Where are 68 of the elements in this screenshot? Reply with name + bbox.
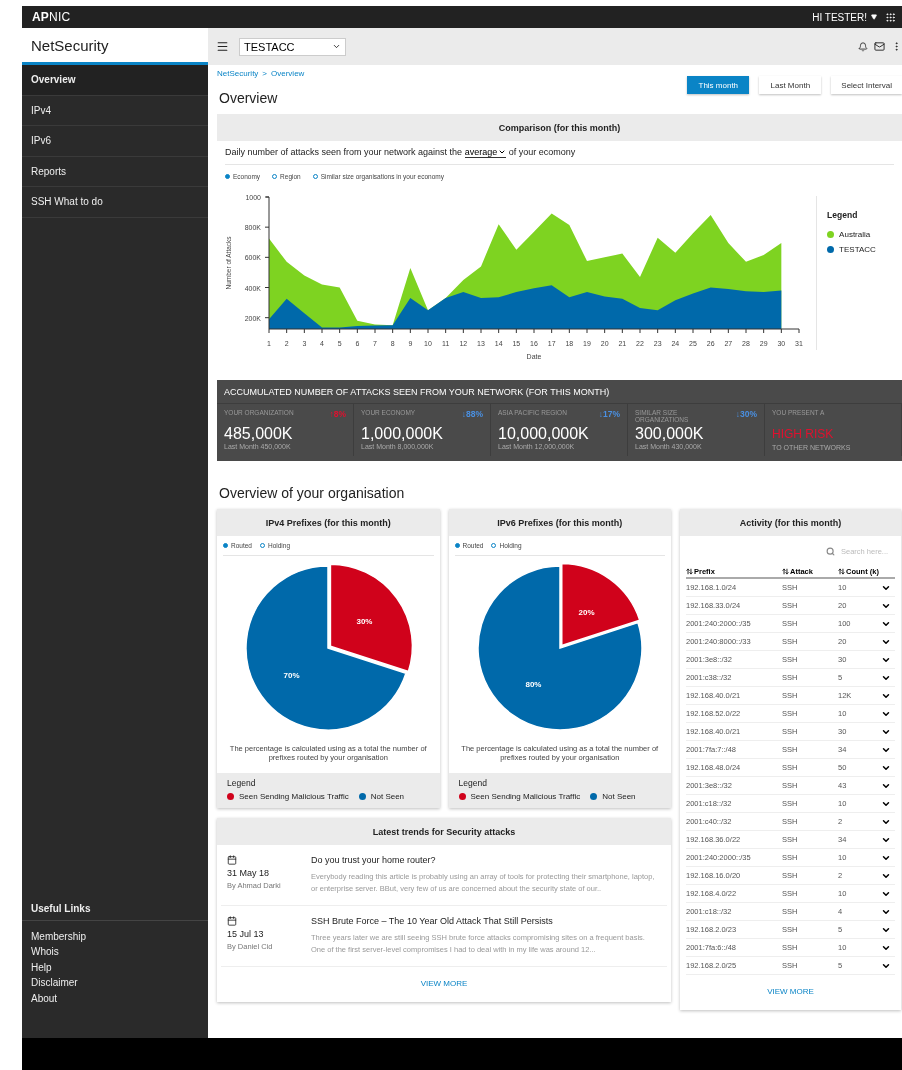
breadcrumb-separator: >: [262, 69, 268, 78]
account-select[interactable]: TESTACC: [239, 37, 346, 56]
period-button[interactable]: Select Interval: [831, 76, 902, 94]
slice-label: 80%: [525, 680, 542, 690]
breadcrumb-link[interactable]: NetSecurity: [217, 69, 259, 78]
nav-item[interactable]: Overview: [22, 65, 208, 96]
legend-title: Legend: [458, 778, 488, 788]
stats-title: ACCUMULATED NUMBER OF ATTACKS SEEN FROM YOUR NETWORK (FOR THIS MONTH): [217, 380, 902, 404]
card-title: Latest trends for Security attacks: [217, 818, 671, 845]
article-date: 15 Jul 13: [227, 929, 265, 939]
period-button[interactable]: Last Month: [759, 76, 822, 94]
slice-label: 30%: [356, 617, 373, 627]
period-button[interactable]: This month: [687, 76, 750, 94]
card-title: Activity (for this month): [680, 509, 901, 536]
mail-icon[interactable]: [874, 41, 885, 52]
stat-change: ↑8%: [329, 409, 346, 421]
legend-item: TESTACC: [827, 245, 902, 254]
caret-icon: [871, 14, 877, 20]
stat-change: ↓17%: [598, 409, 620, 421]
calendar-icon: [227, 855, 237, 865]
card-title: IPv4 Prefixes (for this month): [217, 509, 440, 536]
legend-item: Australia: [827, 230, 902, 239]
stat-value: 1,000,000K: [361, 425, 444, 443]
legend-title: Legend: [227, 778, 257, 788]
section-title: Overview of your organisation: [219, 485, 406, 501]
legend-title: Legend: [827, 210, 859, 220]
footer-link[interactable]: Membership: [22, 928, 208, 944]
links-heading: Useful Links: [22, 902, 208, 921]
logo[interactable]: APNIC: [32, 10, 71, 24]
stat-value: 300,000K: [635, 425, 705, 443]
legend-item: Seen Sending Malicious Traffic: [458, 792, 581, 801]
legend-item: Seen Sending Malicious Traffic: [227, 792, 349, 801]
view-more-link[interactable]: VIEW MORE: [680, 975, 901, 1010]
article-title[interactable]: SSH Brute Force – The 10 Year Old Attack That Still Persists: [311, 916, 661, 926]
article-title[interactable]: Do you trust your home router?: [311, 855, 661, 865]
stat-change: ↓30%: [735, 409, 757, 421]
search-icon[interactable]: [826, 547, 835, 556]
stat-value: 485,000K: [224, 425, 294, 443]
chart-description: Daily number of attacks seen from your network against the average of your ecomony: [225, 141, 894, 165]
legend-item: Not Seen: [358, 792, 405, 801]
sort-icon: [782, 567, 789, 575]
sidebar-title: NetSecurity: [22, 28, 208, 65]
footer-link[interactable]: Help: [22, 959, 208, 975]
menu-icon[interactable]: [216, 40, 229, 53]
average-dropdown[interactable]: average: [464, 147, 507, 158]
footer-link[interactable]: Disclaimer: [22, 975, 208, 991]
user-menu[interactable]: HI TESTER!: [812, 11, 877, 23]
slice-label: 70%: [283, 670, 300, 680]
sort-icon: [686, 567, 693, 575]
card-title: Comparison (for this month): [217, 114, 902, 141]
slice-label: 20%: [578, 607, 595, 617]
footer-link[interactable]: About: [22, 990, 208, 1006]
stat-value: 10,000,000K: [498, 425, 590, 443]
bell-icon[interactable]: [858, 41, 868, 52]
article-date: 31 May 18: [227, 868, 271, 878]
footer-link[interactable]: Whois: [22, 944, 208, 960]
legend-item: Not Seen: [590, 792, 636, 801]
chevron-down-icon: [498, 148, 507, 156]
stat-change: ↓88%: [461, 409, 483, 421]
view-more-link[interactable]: VIEW MORE: [217, 967, 671, 1002]
card-title: IPv6 Prefixes (for this month): [448, 509, 671, 536]
stat-value: HIGH RISK: [772, 427, 835, 441]
sort-icon: [838, 567, 845, 575]
page-title: Overview: [219, 90, 279, 106]
apps-grid-icon[interactable]: [885, 11, 896, 23]
chevron-down-icon: [332, 42, 341, 51]
calendar-icon: [227, 916, 237, 926]
breadcrumb-link[interactable]: Overview: [271, 69, 305, 78]
